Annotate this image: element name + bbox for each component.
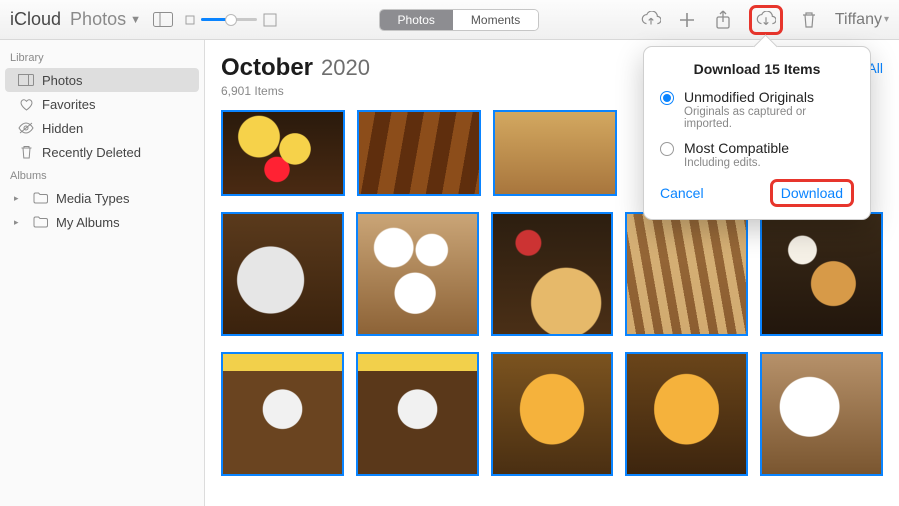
trash-icon[interactable] bbox=[799, 10, 819, 30]
folder-icon bbox=[32, 190, 48, 206]
folder-icon bbox=[32, 214, 48, 230]
year-label: 2020 bbox=[321, 55, 370, 81]
download-button[interactable]: Download bbox=[770, 179, 854, 207]
photos-icon bbox=[18, 72, 34, 88]
upload-icon[interactable] bbox=[641, 10, 661, 30]
sidebar-item-label: Media Types bbox=[56, 191, 129, 206]
photo-thumbnail[interactable] bbox=[491, 212, 614, 336]
sidebar-item-label: Hidden bbox=[42, 121, 83, 136]
cancel-button[interactable]: Cancel bbox=[660, 185, 704, 201]
sidebar-item-recently-deleted[interactable]: Recently Deleted bbox=[0, 140, 204, 164]
popover-title: Download 15 Items bbox=[660, 61, 854, 77]
option-label: Most Compatible bbox=[684, 140, 789, 156]
radio-icon[interactable] bbox=[660, 142, 674, 156]
view-segment: Photos Moments bbox=[379, 9, 540, 31]
photo-thumbnail[interactable] bbox=[357, 110, 481, 196]
app-title[interactable]: iCloud Photos ▼ bbox=[10, 9, 141, 30]
photo-thumbnail[interactable] bbox=[493, 110, 617, 196]
photo-thumbnail[interactable] bbox=[356, 212, 479, 336]
add-icon[interactable] bbox=[677, 10, 697, 30]
sidebar-toggle-icon[interactable] bbox=[153, 10, 173, 30]
photo-thumbnail[interactable] bbox=[491, 352, 614, 476]
segment-moments[interactable]: Moments bbox=[453, 10, 538, 30]
sidebar-item-label: My Albums bbox=[56, 215, 120, 230]
photo-thumbnail[interactable] bbox=[221, 212, 344, 336]
sidebar-item-my-albums[interactable]: ▸ My Albums bbox=[0, 210, 204, 234]
sidebar-heading-library: Library bbox=[0, 46, 204, 68]
eye-slash-icon bbox=[18, 120, 34, 136]
zoom-small-icon bbox=[185, 15, 195, 25]
sidebar-heading-albums: Albums bbox=[0, 164, 204, 186]
radio-icon[interactable] bbox=[660, 91, 674, 105]
sidebar-item-label: Favorites bbox=[42, 97, 95, 112]
photo-thumbnail[interactable] bbox=[221, 352, 344, 476]
sidebar-item-hidden[interactable]: Hidden bbox=[0, 116, 204, 140]
zoom-large-icon bbox=[263, 13, 277, 27]
option-sublabel: Originals as captured or imported. bbox=[684, 106, 854, 130]
trash-icon bbox=[18, 144, 34, 160]
photo-thumbnail[interactable] bbox=[356, 352, 479, 476]
sidebar-item-photos[interactable]: Photos bbox=[5, 68, 199, 92]
brand-secondary: Photos bbox=[70, 9, 126, 30]
disclosure-triangle-icon[interactable]: ▸ bbox=[14, 217, 24, 228]
brand-primary: iCloud bbox=[10, 9, 61, 30]
option-sublabel: Including edits. bbox=[684, 157, 789, 169]
user-menu[interactable]: Tiffany ▾ bbox=[835, 11, 889, 29]
photo-thumbnail[interactable] bbox=[760, 212, 883, 336]
download-popover: Download 15 Items Unmodified Originals O… bbox=[643, 46, 871, 220]
sidebar-item-label: Photos bbox=[42, 73, 82, 88]
sidebar: Library Photos Favorites Hidden Recently… bbox=[0, 40, 205, 506]
option-most-compatible[interactable]: Most Compatible Including edits. bbox=[660, 140, 854, 169]
zoom-slider[interactable] bbox=[185, 13, 277, 27]
photo-thumbnail[interactable] bbox=[221, 110, 345, 196]
user-name: Tiffany bbox=[835, 11, 882, 29]
photo-thumbnail[interactable] bbox=[760, 352, 883, 476]
download-icon[interactable] bbox=[756, 10, 776, 30]
photo-thumbnail[interactable] bbox=[625, 352, 748, 476]
chevron-down-icon: ▾ bbox=[884, 14, 889, 25]
option-label: Unmodified Originals bbox=[684, 89, 854, 105]
heart-icon bbox=[18, 96, 34, 112]
sidebar-item-label: Recently Deleted bbox=[42, 145, 141, 160]
sidebar-item-media-types[interactable]: ▸ Media Types bbox=[0, 186, 204, 210]
month-label: October bbox=[221, 54, 313, 82]
segment-photos[interactable]: Photos bbox=[380, 10, 453, 30]
disclosure-triangle-icon[interactable]: ▸ bbox=[14, 193, 24, 204]
share-icon[interactable] bbox=[713, 10, 733, 30]
option-unmodified-originals[interactable]: Unmodified Originals Originals as captur… bbox=[660, 89, 854, 130]
chevron-down-icon: ▼ bbox=[130, 14, 141, 26]
download-button-highlight bbox=[749, 5, 783, 35]
photo-thumbnail[interactable] bbox=[625, 212, 748, 336]
sidebar-item-favorites[interactable]: Favorites bbox=[0, 92, 204, 116]
